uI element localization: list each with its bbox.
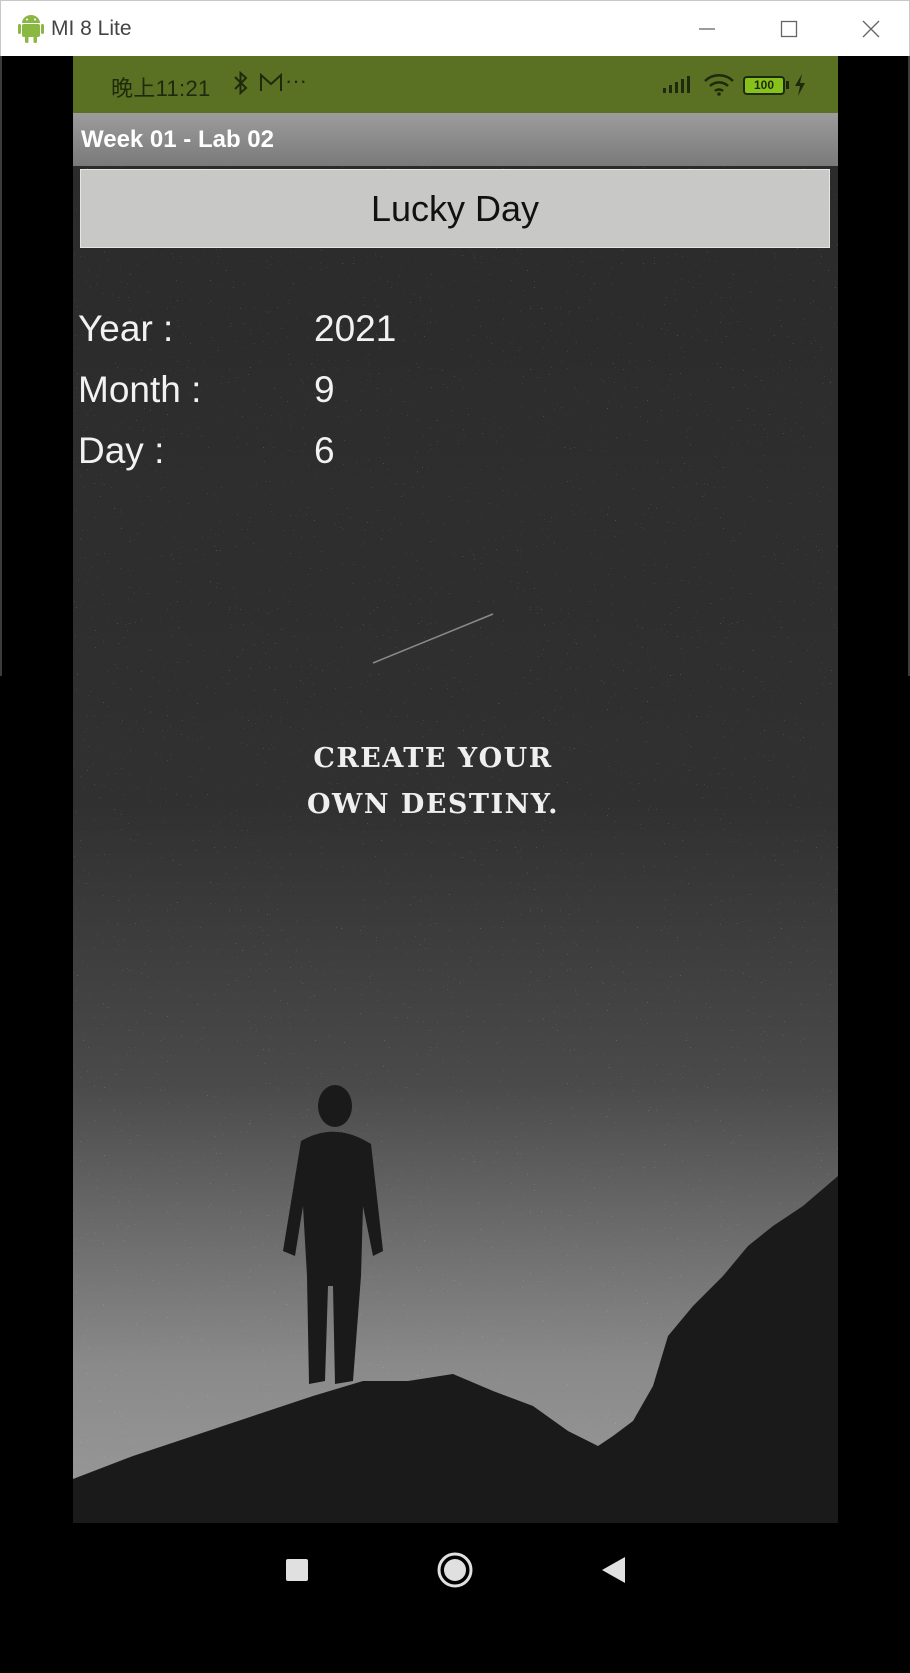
month-label: Month : — [78, 369, 202, 410]
home-icon — [437, 1552, 473, 1588]
minimize-button[interactable] — [687, 9, 727, 49]
status-bar: 晚上11:21 ··· 100 — [73, 56, 838, 113]
phone-screen: 晚上11:21 ··· 100 Week 01 - Lab 02 Lucky D… — [73, 56, 838, 1579]
frame-edge-left — [0, 56, 2, 676]
charging-icon — [795, 74, 805, 96]
wifi-icon — [704, 74, 734, 96]
battery-tip — [786, 81, 789, 89]
status-more: ··· — [285, 68, 307, 93]
main-content: Lucky Day Year : 2021 Month : 9 Day : 6 … — [73, 166, 838, 1579]
recent-apps-icon — [286, 1559, 308, 1581]
back-icon — [602, 1557, 625, 1583]
lucky-day-button[interactable]: Lucky Day — [80, 169, 830, 248]
status-time: 晚上11:21 — [111, 76, 211, 101]
destiny-quote: CREATE YOUR OWN DESTINY. — [253, 736, 613, 828]
battery-icon: 100 — [743, 76, 785, 95]
quote-line-1: CREATE YOUR — [313, 743, 553, 774]
home-button[interactable] — [432, 1547, 478, 1593]
day-label: Day : — [78, 430, 165, 471]
maximize-icon — [780, 20, 798, 38]
back-button[interactable] — [590, 1547, 636, 1593]
app-title: Week 01 - Lab 02 — [81, 126, 274, 153]
android-icon — [18, 15, 44, 43]
action-bar: Week 01 - Lab 02 — [73, 113, 838, 166]
signal-icon — [663, 76, 690, 93]
navigation-bar — [73, 1523, 838, 1617]
close-icon — [862, 20, 880, 38]
month-value: 9 — [314, 369, 335, 410]
recent-apps-button[interactable] — [274, 1547, 320, 1593]
mail-icon — [260, 73, 282, 91]
maximize-button[interactable] — [769, 9, 809, 49]
window-title-bar: MI 8 Lite — [0, 0, 910, 56]
quote-line-2: OWN DESTINY. — [306, 789, 559, 820]
year-label: Year : — [78, 308, 174, 349]
close-button[interactable] — [851, 9, 891, 49]
bluetooth-icon — [234, 70, 248, 96]
minimize-icon — [699, 28, 715, 30]
emulator-frame: 晚上11:21 ··· 100 Week 01 - Lab 02 Lucky D… — [0, 56, 910, 1673]
day-value: 6 — [314, 430, 335, 471]
year-value: 2021 — [314, 308, 397, 349]
window-title: MI 8 Lite — [51, 17, 132, 40]
